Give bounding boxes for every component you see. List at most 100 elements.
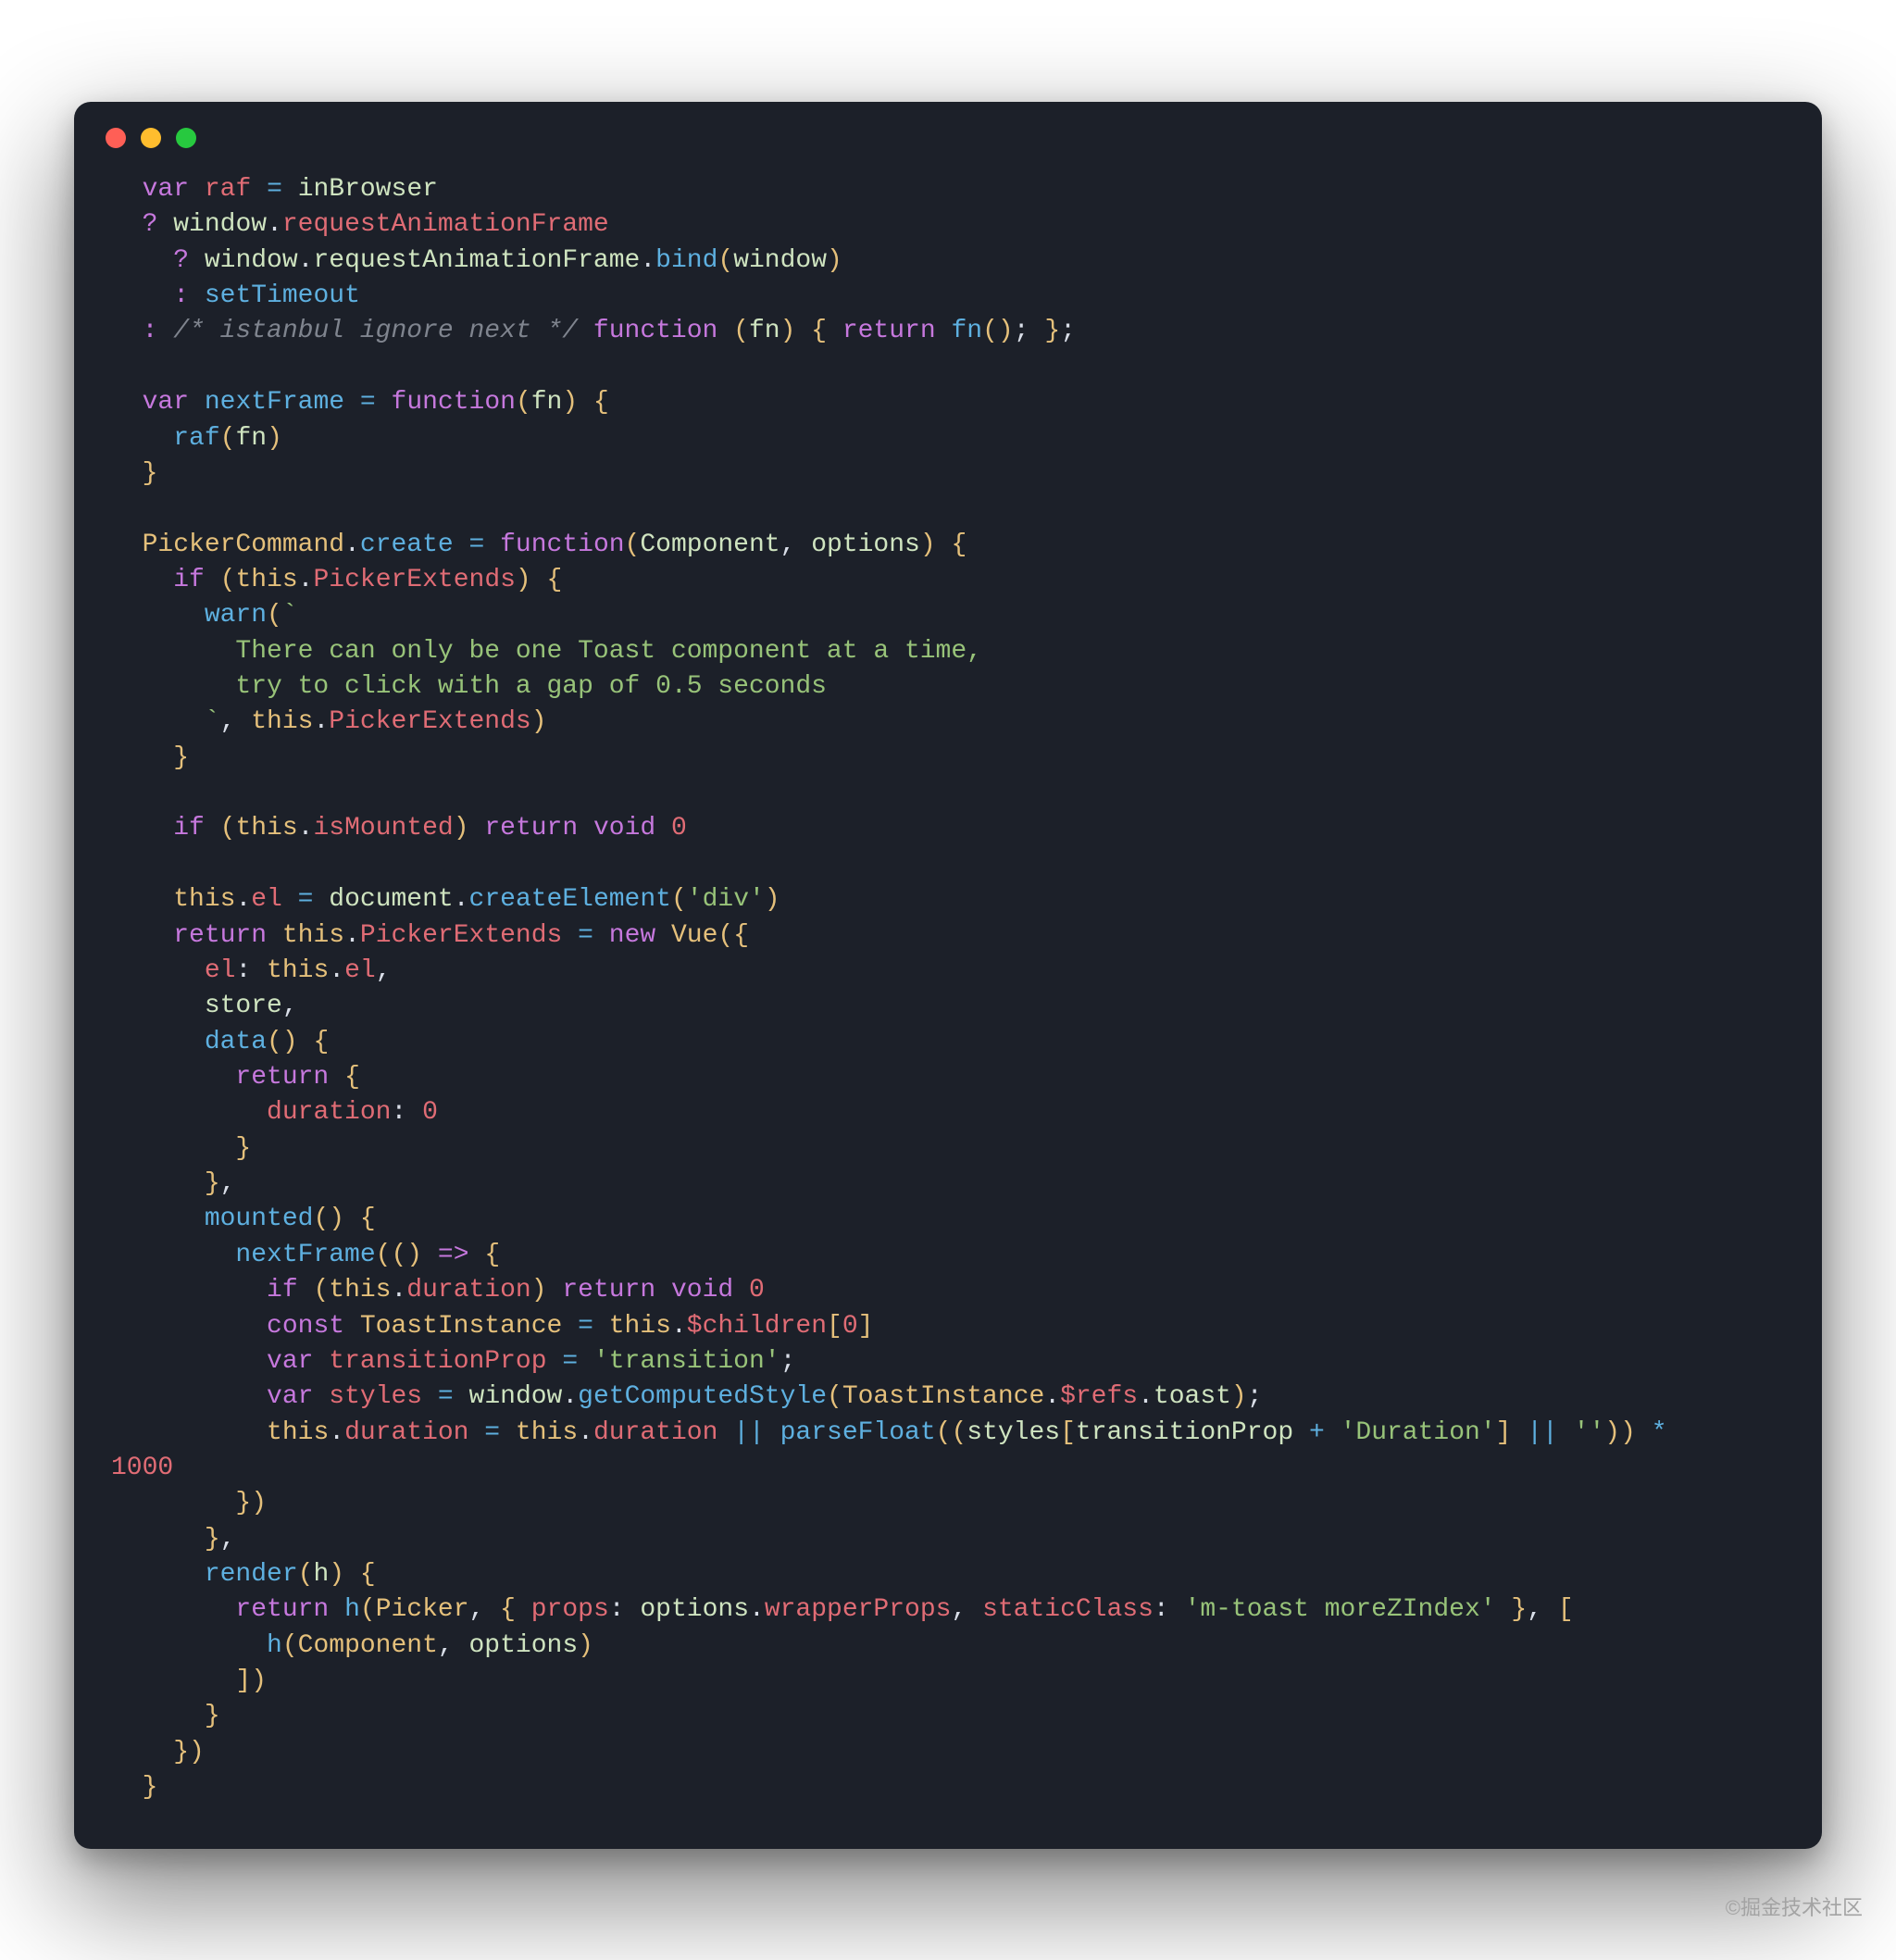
code-token: ( [733,317,749,345]
code-token [468,1418,484,1447]
code-token [313,1382,329,1411]
code-token: ) [531,1276,547,1305]
code-token: ) [516,566,531,594]
code-token: duration [267,1098,391,1127]
code-token [1496,1595,1512,1624]
code-token [344,388,360,417]
code-token: || [1527,1418,1558,1447]
code-token: nextFrame [205,388,344,417]
code-token: h [344,1595,360,1624]
code-line: }) [111,1489,267,1517]
code-token: } [205,1702,220,1730]
code-token [655,921,671,950]
window-maximize-icon[interactable] [176,128,196,148]
code-token: . [391,1276,406,1305]
code-token: [ [1060,1418,1076,1447]
code-token: options [469,1631,579,1660]
code-token: ( [951,1418,967,1447]
code-token: this [267,956,329,985]
code-token: } [1044,317,1060,345]
code-token [111,1560,205,1589]
code-token: . [235,885,251,914]
code-line: }) [111,1738,205,1766]
code-line: duration: 0 [111,1098,438,1127]
code-token: ) [578,1631,593,1660]
code-token: 0 [842,1312,858,1341]
code-token [111,1667,235,1695]
code-token: warn [205,601,267,630]
code-token: bind [655,246,717,275]
code-token [422,1241,438,1269]
code-token: el [344,956,376,985]
code-token: /* istanbul ignore next */ [173,317,578,345]
code-token [111,459,143,488]
code-token: options [811,531,920,559]
code-token: ( [313,1276,329,1305]
code-token [111,1347,267,1376]
window-titlebar [74,102,1822,156]
code-token: createElement [469,885,671,914]
code-token [376,388,392,417]
code-token: = [267,175,282,204]
code-token: this [282,921,344,950]
code-token: ? [173,246,189,275]
code-line: return h(Picker, { props: options.wrappe… [111,1595,1574,1624]
code-token [422,1382,438,1411]
code-token [111,388,143,417]
code-token: ) [562,388,578,417]
code-token [516,1595,531,1624]
code-token [111,531,143,559]
code-token [733,1276,749,1305]
code-token [313,885,329,914]
code-line: } [111,1702,220,1730]
code-token: { [484,1241,500,1269]
code-token: , [220,1169,236,1198]
window-close-icon[interactable] [106,128,126,148]
code-token [313,1347,329,1376]
code-token [111,1418,267,1447]
code-token [578,1347,593,1376]
code-token: ( [827,1382,842,1411]
code-token [111,956,205,985]
code-token: . [267,210,282,239]
code-token [298,1276,314,1305]
code-token: transitionProp [329,1347,546,1376]
code-token: staticClass [982,1595,1154,1624]
code-line: 1000 [111,1454,173,1482]
code-line: if (this.duration) return void 0 [111,1276,765,1305]
code-token [547,1276,563,1305]
code-token [827,317,842,345]
code-token: this [235,814,297,843]
code-token [111,1063,235,1092]
code-token: if [267,1276,298,1305]
code-token: var [143,388,189,417]
code-token: { [313,1028,329,1056]
code-token: ) [1231,1382,1247,1411]
code-token: : [235,956,267,985]
code-token [111,921,173,950]
code-token: this [609,1312,671,1341]
code-token [111,1382,267,1411]
code-token: : [1154,1595,1185,1624]
code-token [454,531,469,559]
code-token [111,1098,267,1127]
code-token: ( [376,1241,392,1269]
code-token: ; [780,1347,796,1376]
code-token: ) [920,531,936,559]
code-token [111,424,173,453]
window-minimize-icon[interactable] [141,128,161,148]
code-token: 'Duration' [1341,1418,1496,1447]
code-token: ` [111,707,220,736]
code-token: , [469,1595,501,1624]
code-token: ( [220,566,236,594]
code-token: this [251,707,313,736]
code-line: }, [111,1525,235,1554]
code-token: ) [1620,1418,1636,1447]
code-editor[interactable]: var raf = inBrowser ? window.requestAnim… [74,156,1822,1816]
code-token [578,814,593,843]
code-token: : [143,317,158,345]
code-line: } [111,1134,251,1163]
code-token: ( [625,531,641,559]
code-token: ( [267,601,282,630]
code-token [547,1347,563,1376]
